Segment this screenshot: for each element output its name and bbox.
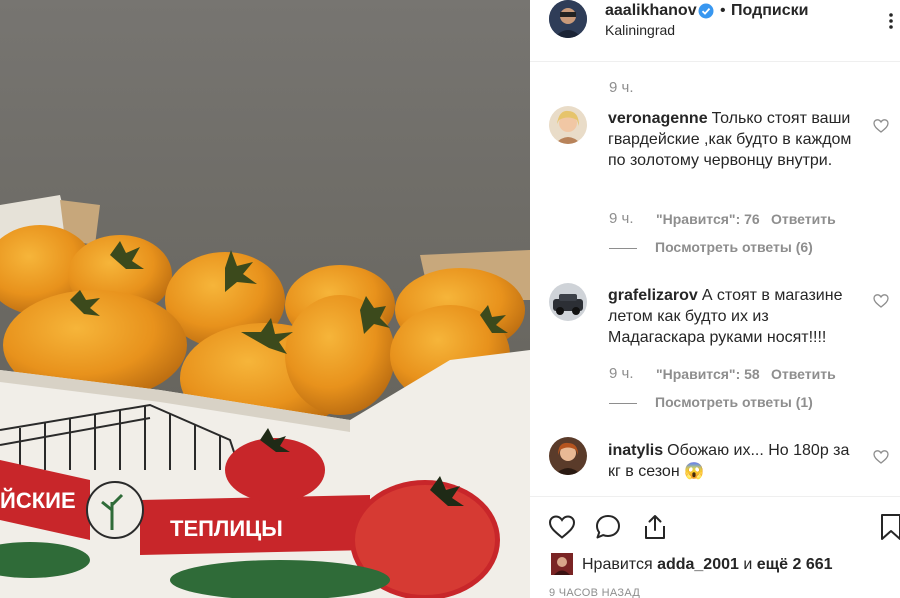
comment-meta: 9 ч. "Нравится": 76 Ответить [609,210,836,227]
like-heart-icon[interactable] [548,513,576,541]
reply-button[interactable]: Ответить [771,211,836,227]
likes-text: Нравится adda_2001 и ещё 2 661 [582,556,833,574]
post-side-panel: aaalikhanov • Подписки Kaliningrad 9 ч. … [530,0,900,598]
following-button[interactable]: Подписки [731,2,808,20]
comment-meta: 9 ч. "Нравится": 58 Ответить [609,365,836,382]
post-timestamp[interactable]: 9 ЧАСОВ НАЗАД [549,587,640,598]
comment-text: inatylis Обожаю их... Но 180р за кг в сез… [608,440,858,482]
verified-badge-icon [698,3,714,19]
view-replies-label: Посмотреть ответы (1) [655,394,813,410]
view-replies-label: Посмотреть ответы (6) [655,239,813,255]
comment-likes[interactable]: "Нравится": 76 [656,211,760,227]
likes-middle: и [743,556,753,573]
author-username[interactable]: aaalikhanov [605,2,697,20]
post-header: aaalikhanov • Подписки Kaliningrad [530,0,900,62]
comment-time: 9 ч. [609,365,634,382]
comment-text: grafelizarov А стоят в магазине летом как… [608,285,858,348]
share-icon[interactable] [641,513,669,541]
comment-bubble-icon[interactable] [594,513,622,541]
post-viewer: ЙСКИЕ ТЕПЛИЦЫ aaalikhanov • Подписки Kal… [0,0,900,598]
liker-avatar[interactable] [551,553,573,575]
replies-divider [609,402,637,404]
view-replies-button[interactable]: Посмотреть ответы (1) [609,394,813,410]
likes-prefix: Нравится [582,556,653,573]
box-print-brand: ТЕПЛИЦЫ [170,516,283,541]
comment-time: 9 ч. [609,210,634,227]
post-location[interactable]: Kaliningrad [605,22,675,38]
comment-text: veronagenne Только стоят ваши гвардейские… [608,108,858,171]
likes-others-count[interactable]: ещё 2 661 [757,556,833,573]
author-avatar[interactable] [549,0,587,38]
commenter-avatar[interactable] [549,437,587,475]
replies-divider [609,247,637,249]
caption-time: 9 ч. [609,79,634,96]
commenter-avatar[interactable] [549,106,587,144]
view-replies-button[interactable]: Посмотреть ответы (6) [609,239,813,255]
commenter-avatar[interactable] [549,283,587,321]
like-comment-heart-icon[interactable] [873,118,889,134]
like-comment-heart-icon[interactable] [873,293,889,309]
comment-username[interactable]: grafelizarov [608,287,698,304]
like-comment-heart-icon[interactable] [873,449,889,465]
tomato-box-image: ЙСКИЕ ТЕПЛИЦЫ [0,0,530,598]
box-print-left: ЙСКИЕ [0,488,76,513]
comment-username[interactable]: veronagenne [608,110,708,127]
liker-username[interactable]: adda_2001 [657,556,739,573]
post-actions-bar: Нравится adda_2001 и ещё 2 661 9 ЧАСОВ Н… [530,496,900,598]
more-options-icon[interactable] [882,12,900,30]
save-bookmark-icon[interactable] [878,513,900,541]
comment-likes[interactable]: "Нравится": 58 [656,366,760,382]
post-photo[interactable]: ЙСКИЕ ТЕПЛИЦЫ [0,0,530,598]
comment-username[interactable]: inatylis [608,442,663,459]
header-separator: • [720,2,726,19]
reply-button[interactable]: Ответить [771,366,836,382]
